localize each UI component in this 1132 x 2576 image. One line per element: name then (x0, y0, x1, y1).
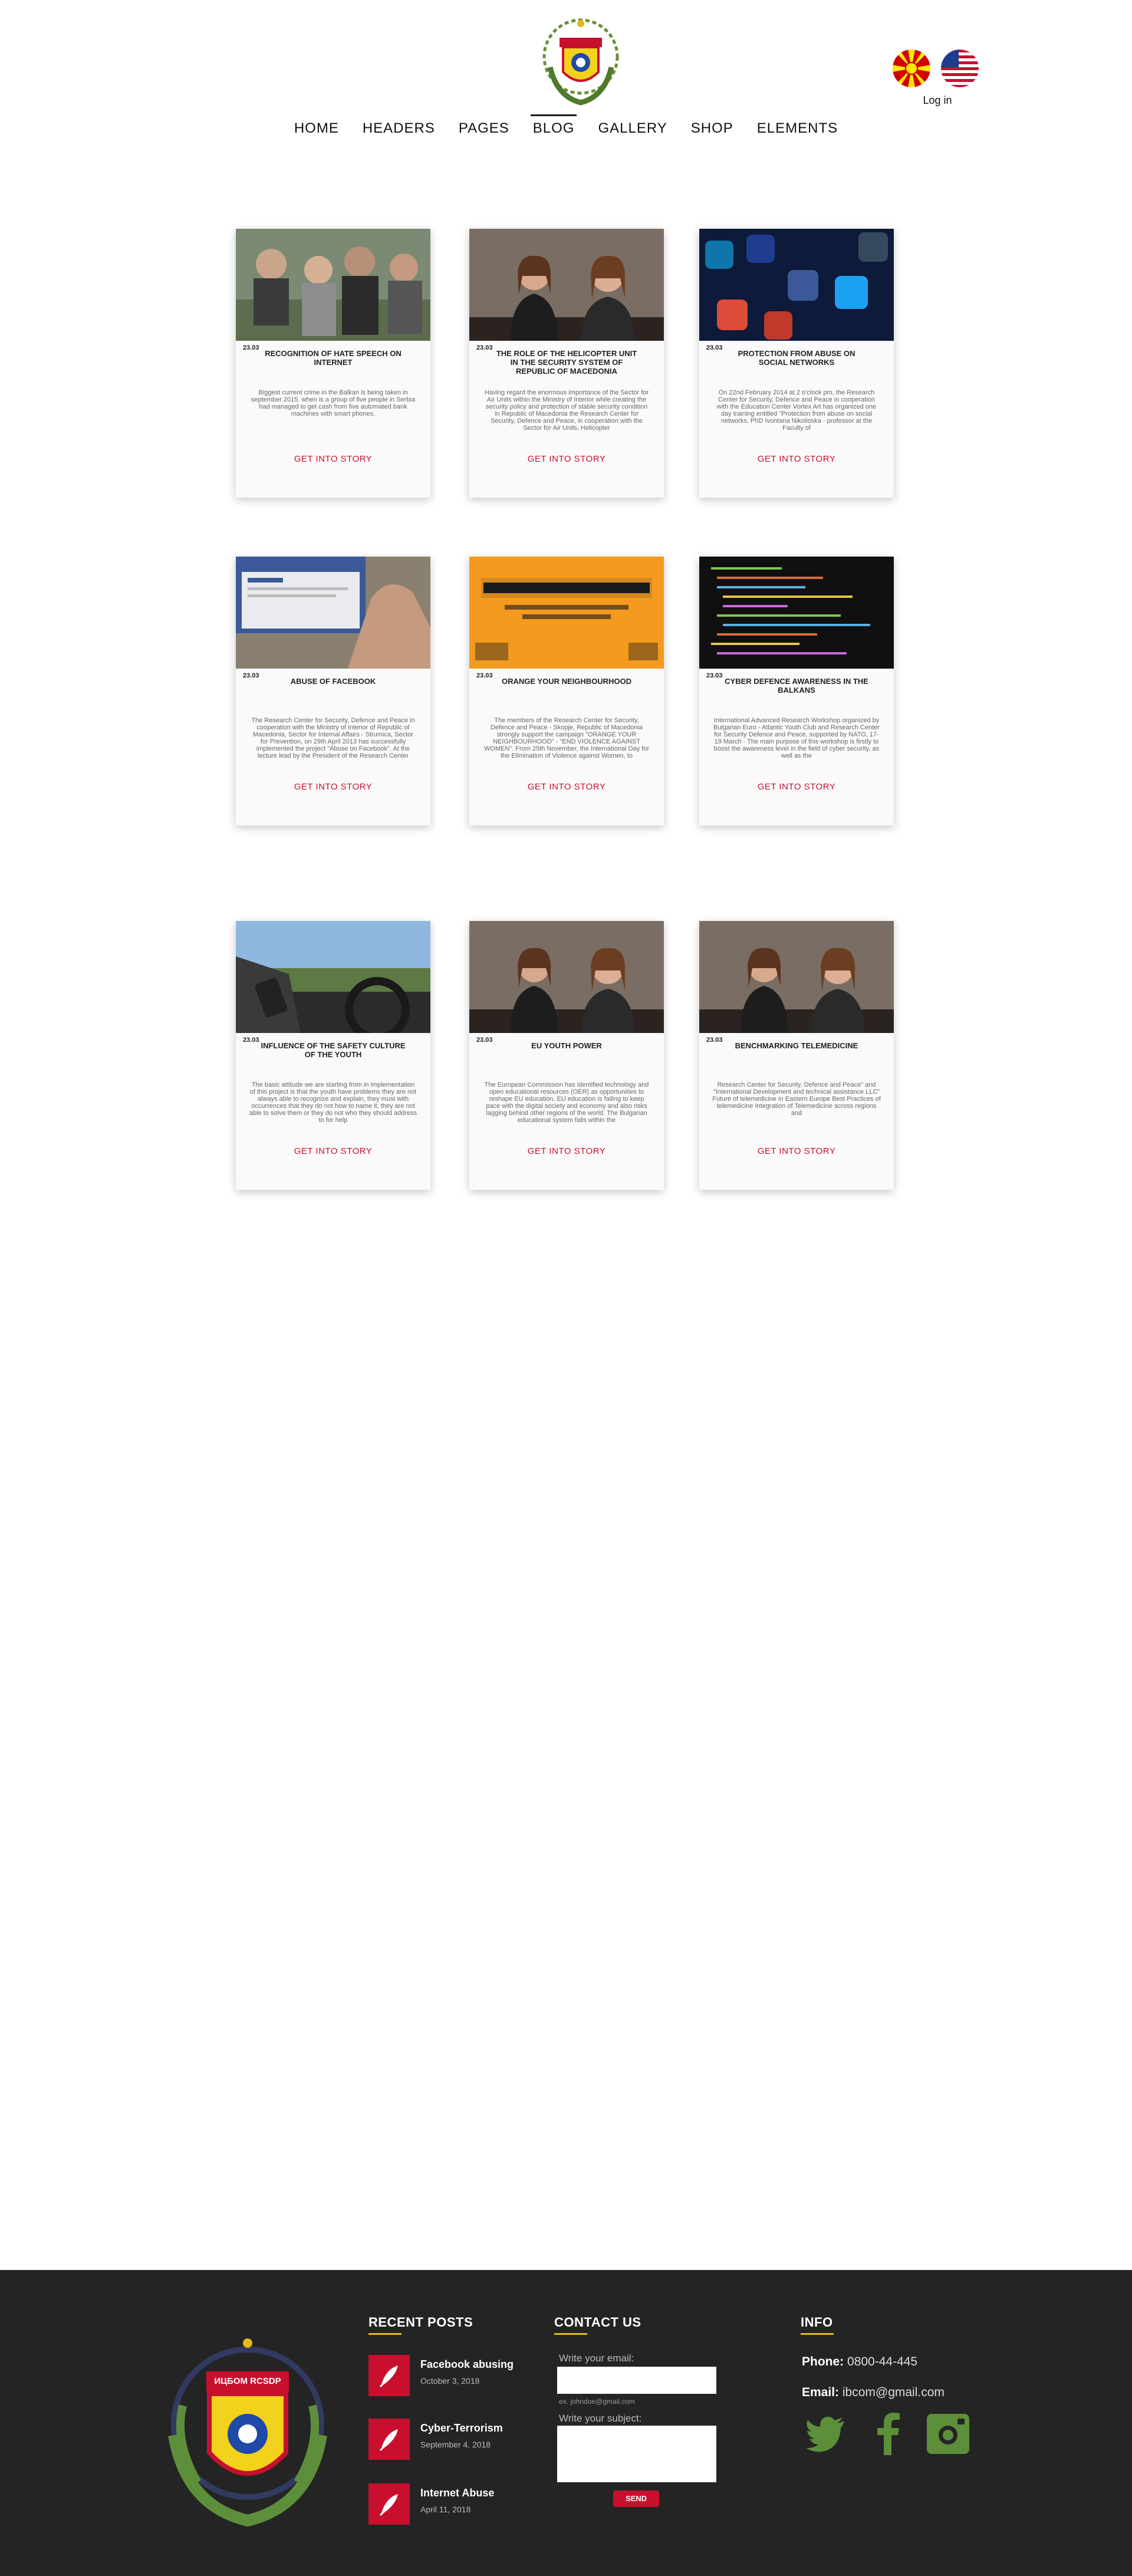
footer: ИЦБОМ RCSDP RECENT POSTS Facebook abusin… (0, 2270, 1132, 2576)
card-image-facebook[interactable] (236, 557, 430, 669)
card-date: 23.03 (476, 1037, 493, 1044)
get-into-story-link[interactable]: GET INTO STORY (699, 1146, 894, 1156)
blog-card: 23.03 BENCHMARKING TELEMEDICINE Research… (699, 921, 894, 1190)
blog-card: 23.03 EU YOUTH POWER The European Commis… (469, 921, 664, 1190)
get-into-story-link[interactable]: GET INTO STORY (469, 782, 664, 792)
card-date: 23.03 (243, 1037, 259, 1044)
us-flag-icon[interactable] (941, 50, 979, 87)
recent-post-date: April 11, 2018 (420, 2505, 471, 2514)
nav-pages[interactable]: PAGES (447, 119, 521, 138)
card-date: 23.03 (243, 344, 259, 351)
card-title[interactable]: THE ROLE OF THE HELICOPTER UNIT IN THE S… (493, 349, 640, 376)
get-into-story-link[interactable]: GET INTO STORY (699, 782, 894, 792)
card-excerpt: The Research Center for Security, Defenc… (251, 717, 415, 759)
email-field-hint: ex. johndoe@gmail.com (559, 2397, 635, 2406)
card-image-orange-poster[interactable] (469, 557, 664, 669)
card-excerpt: The members of the Research Center for S… (483, 717, 650, 759)
get-into-story-link[interactable]: GET INTO STORY (236, 782, 430, 792)
card-excerpt: The European Commission has identified t… (484, 1081, 649, 1124)
card-title[interactable]: INFLUENCE OF THE SAFETY CULTURE OF THE Y… (259, 1041, 407, 1059)
card-image-two-women[interactable] (469, 229, 664, 341)
subject-field-label: Write your subject: (559, 2413, 642, 2424)
blog-card: 23.03 ABUSE OF FACEBOOK The Research Cen… (236, 557, 430, 825)
recent-post-date: September 4, 2018 (420, 2440, 491, 2449)
get-into-story-link[interactable]: GET INTO STORY (469, 1146, 664, 1156)
email-value: ibcom@gmail.com (842, 2386, 945, 2399)
card-image-code[interactable] (699, 557, 894, 669)
send-button[interactable]: SEND (613, 2491, 659, 2507)
phone-value: 0800-44-445 (847, 2355, 918, 2368)
footer-logo: ИЦБОМ RCSDP (150, 2335, 345, 2529)
nav-home[interactable]: HOME (282, 119, 351, 138)
recent-posts-heading: RECENT POSTS (368, 2315, 473, 2335)
card-title[interactable]: BENCHMARKING TELEMEDICINE (723, 1041, 870, 1050)
site-logo[interactable] (534, 14, 628, 108)
blog-card: 23.03 INFLUENCE OF THE SAFETY CULTURE OF… (236, 921, 430, 1190)
nav-elements[interactable]: ELEMENTS (745, 119, 850, 138)
card-date: 23.03 (476, 344, 493, 351)
card-image-two-women[interactable] (699, 921, 894, 1033)
card-excerpt: Having regard the enormous importance of… (484, 389, 649, 432)
recent-post-title[interactable]: Internet Abuse (420, 2487, 494, 2499)
card-excerpt: On 22nd February 2014 at 2 o'clock pm, t… (716, 389, 877, 432)
card-title[interactable]: ORANGE YOUR NEIGHBOURHOOD (493, 677, 640, 686)
footer-logo-text: ИЦБОМ RCSDP (214, 2376, 281, 2386)
phone-line: Phone: 0800-44-445 (802, 2355, 917, 2369)
email-field-label: Write your email: (559, 2353, 634, 2364)
facebook-icon[interactable] (867, 2411, 911, 2456)
get-into-story-link[interactable]: GET INTO STORY (236, 1146, 430, 1156)
card-image-social-apps[interactable] (699, 229, 894, 341)
info-heading: INFO (801, 2315, 834, 2335)
card-excerpt: Research Center for Security, Defence an… (712, 1081, 881, 1117)
nav-shop[interactable]: SHOP (679, 119, 745, 138)
card-title[interactable]: RECOGNITION OF HATE SPEECH ON INTERNET (259, 349, 407, 367)
card-title[interactable]: EU YOUTH POWER (493, 1041, 640, 1050)
card-image-crowd[interactable] (236, 229, 430, 341)
card-title[interactable]: CYBER DEFENCE AWARENESS IN THE BALKANS (723, 677, 870, 695)
macedonian-flag-icon[interactable] (893, 50, 930, 87)
quill-icon (368, 2419, 410, 2460)
nav-blog[interactable]: BLOG (521, 114, 587, 138)
recent-post-date: October 3, 2018 (420, 2376, 480, 2386)
email-field[interactable] (557, 2367, 716, 2394)
main-nav: HOME HEADERS PAGES BLOG GALLERY SHOP ELE… (0, 114, 1132, 138)
blog-card: 23.03 PROTECTION FROM ABUSE ON SOCIAL NE… (699, 229, 894, 498)
card-date: 23.03 (706, 672, 723, 679)
card-excerpt: Biggest current crime in the Balkan is b… (251, 389, 416, 417)
phone-label: Phone: (802, 2355, 844, 2368)
card-image-driving[interactable] (236, 921, 430, 1033)
recent-post-title[interactable]: Cyber-Terrorism (420, 2422, 503, 2434)
get-into-story-link[interactable]: GET INTO STORY (699, 454, 894, 464)
twitter-icon[interactable] (803, 2411, 848, 2456)
card-date: 23.03 (706, 344, 723, 351)
login-link[interactable]: Log in (920, 94, 955, 107)
blog-card: 23.03 CYBER DEFENCE AWARENESS IN THE BAL… (699, 557, 894, 825)
blog-card: 23.03 ORANGE YOUR NEIGHBOURHOOD The memb… (469, 557, 664, 825)
quill-icon (368, 2483, 410, 2525)
blog-card: 23.03 THE ROLE OF THE HELICOPTER UNIT IN… (469, 229, 664, 498)
card-image-two-women[interactable] (469, 921, 664, 1033)
get-into-story-link[interactable]: GET INTO STORY (469, 454, 664, 464)
card-date: 23.03 (243, 672, 259, 679)
card-title[interactable]: PROTECTION FROM ABUSE ON SOCIAL NETWORKS (723, 349, 870, 367)
nav-headers[interactable]: HEADERS (351, 119, 447, 138)
subject-field[interactable] (557, 2426, 716, 2482)
blog-card: 23.03 RECOGNITION OF HATE SPEECH ON INTE… (236, 229, 430, 498)
quill-icon (368, 2355, 410, 2396)
card-title[interactable]: ABUSE OF FACEBOOK (259, 677, 407, 686)
recent-post-title[interactable]: Facebook abusing (420, 2358, 514, 2371)
card-excerpt: International Advanced Research Workshop… (713, 717, 880, 759)
get-into-story-link[interactable]: GET INTO STORY (236, 454, 430, 464)
card-date: 23.03 (476, 672, 493, 679)
instagram-icon[interactable] (926, 2411, 970, 2456)
contact-heading: CONTACT US (554, 2315, 641, 2335)
email-label: Email: (802, 2386, 840, 2399)
card-excerpt: The basic attitude we are starting from … (249, 1081, 417, 1124)
email-line: Email: ibcom@gmail.com (802, 2386, 945, 2400)
nav-gallery[interactable]: GALLERY (586, 119, 679, 138)
card-date: 23.03 (706, 1037, 723, 1044)
